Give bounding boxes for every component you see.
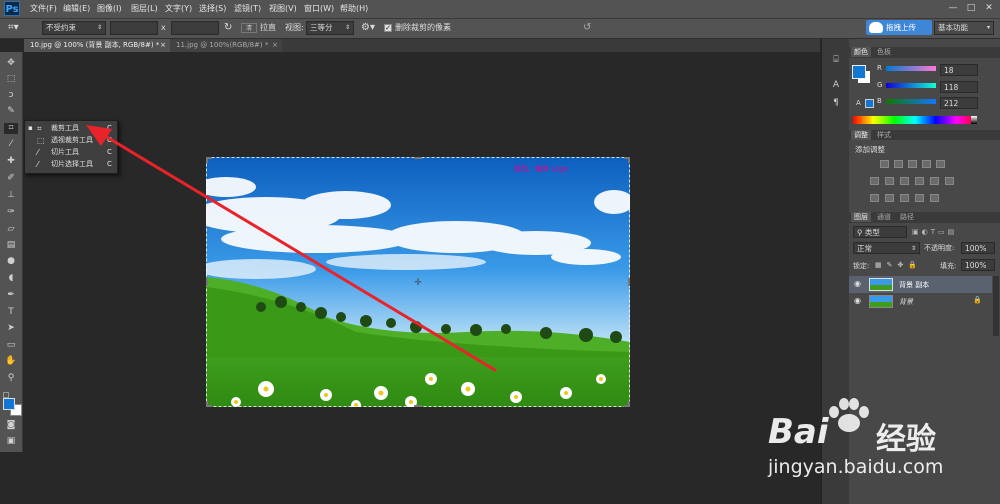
- baidu-paw-icon: [829, 398, 869, 432]
- lock-icons[interactable]: ▦✎✥🔒: [875, 261, 935, 270]
- blend-mode-value: 正常: [857, 244, 872, 253]
- tab-layers[interactable]: 图层: [851, 212, 871, 222]
- layers-panel-header: [849, 212, 1000, 223]
- eye-icon[interactable]: ◉: [854, 279, 861, 288]
- fill-input[interactable]: 100%: [961, 259, 995, 271]
- b-input[interactable]: 212: [940, 97, 978, 109]
- color-balance-adjust-icon[interactable]: [885, 177, 894, 185]
- levels-adjust-icon[interactable]: [894, 160, 903, 168]
- photo-filter-adjust-icon[interactable]: [915, 177, 924, 185]
- vibrance-adjust-icon[interactable]: [936, 160, 945, 168]
- channel-mixer-adjust-icon[interactable]: [930, 177, 939, 185]
- layers-scrollbar[interactable]: [993, 276, 999, 336]
- threshold-adjust-icon[interactable]: [900, 194, 909, 202]
- watermark-url: jingyan.baidu.com: [768, 456, 944, 478]
- tab-styles[interactable]: 样式: [874, 130, 894, 140]
- bw-adjust-icon[interactable]: [900, 177, 909, 185]
- exposure-adjust-icon[interactable]: [922, 160, 931, 168]
- fill-label: 填充:: [940, 262, 957, 270]
- layer-name: 背景 副本: [899, 281, 930, 289]
- brightness-adjust-icon[interactable]: [880, 160, 889, 168]
- layer-filter-dropdown[interactable]: ⚲ 类型: [853, 226, 907, 238]
- watermark-brand-left: Bai: [768, 412, 829, 452]
- g-input[interactable]: 118: [940, 81, 978, 93]
- r-label: R: [877, 64, 882, 72]
- add-adjustment-title: 添加调整: [855, 145, 885, 154]
- layer-row-background-copy[interactable]: ◉ 背景 副本: [849, 276, 992, 293]
- r-slider[interactable]: [886, 66, 936, 71]
- adjust-panel-header: [849, 130, 1000, 140]
- curves-adjust-icon[interactable]: [908, 160, 917, 168]
- color-lookup-adjust-icon[interactable]: [945, 177, 954, 185]
- layer-name: 背景: [899, 298, 913, 306]
- character-panel-icon[interactable]: A: [829, 80, 843, 92]
- opacity-label: 不透明度:: [924, 244, 955, 252]
- eye-icon[interactable]: ◉: [854, 296, 861, 305]
- lock-label: 锁定:: [853, 262, 870, 270]
- gradient-map-adjust-icon[interactable]: [930, 194, 939, 202]
- b-label: B: [877, 97, 882, 105]
- web-color-swatch[interactable]: [865, 99, 874, 108]
- layer-filter-icons[interactable]: ▣◐T▭▤: [912, 228, 990, 237]
- history-panel-icon[interactable]: ⌸: [829, 55, 843, 67]
- blend-mode-dropdown[interactable]: 正常 ⇕: [853, 242, 920, 254]
- tab-adjustments[interactable]: 调整: [851, 130, 871, 140]
- r-input[interactable]: 18: [940, 64, 978, 76]
- layer-thumbnail: [869, 278, 893, 291]
- selective-color-adjust-icon[interactable]: [915, 194, 924, 202]
- tab-channels[interactable]: 通道: [874, 212, 894, 222]
- g-slider[interactable]: [886, 83, 936, 88]
- gamut-warning-icon: A: [856, 99, 861, 107]
- tab-paths[interactable]: 路径: [897, 212, 917, 222]
- paragraph-panel-icon[interactable]: ¶: [829, 98, 843, 110]
- fg-swatch[interactable]: [852, 65, 866, 79]
- tab-color[interactable]: 颜色: [851, 47, 871, 57]
- layer-thumbnail: [869, 295, 893, 308]
- color-panel-header: [849, 47, 1000, 58]
- b-slider[interactable]: [886, 99, 936, 104]
- color-ramp[interactable]: [853, 116, 977, 124]
- bw-ramp[interactable]: [971, 116, 977, 124]
- posterize-adjust-icon[interactable]: [885, 194, 894, 202]
- baidu-jingyan-watermark: Bai 经验 jingyan.baidu.com: [766, 392, 1000, 504]
- layer-row-background[interactable]: ◉ 背景 🔒: [849, 294, 992, 309]
- filter-value: 类型: [864, 228, 880, 237]
- watermark-brand-right: 经验: [876, 422, 936, 457]
- filter-search-icon: ⚲: [857, 228, 865, 237]
- opacity-input[interactable]: 100%: [961, 242, 995, 254]
- invert-adjust-icon[interactable]: [870, 194, 879, 202]
- g-label: G: [877, 81, 883, 89]
- hue-adjust-icon[interactable]: [870, 177, 879, 185]
- lock-icon: 🔒: [973, 296, 982, 304]
- tab-swatches[interactable]: 色板: [874, 47, 894, 57]
